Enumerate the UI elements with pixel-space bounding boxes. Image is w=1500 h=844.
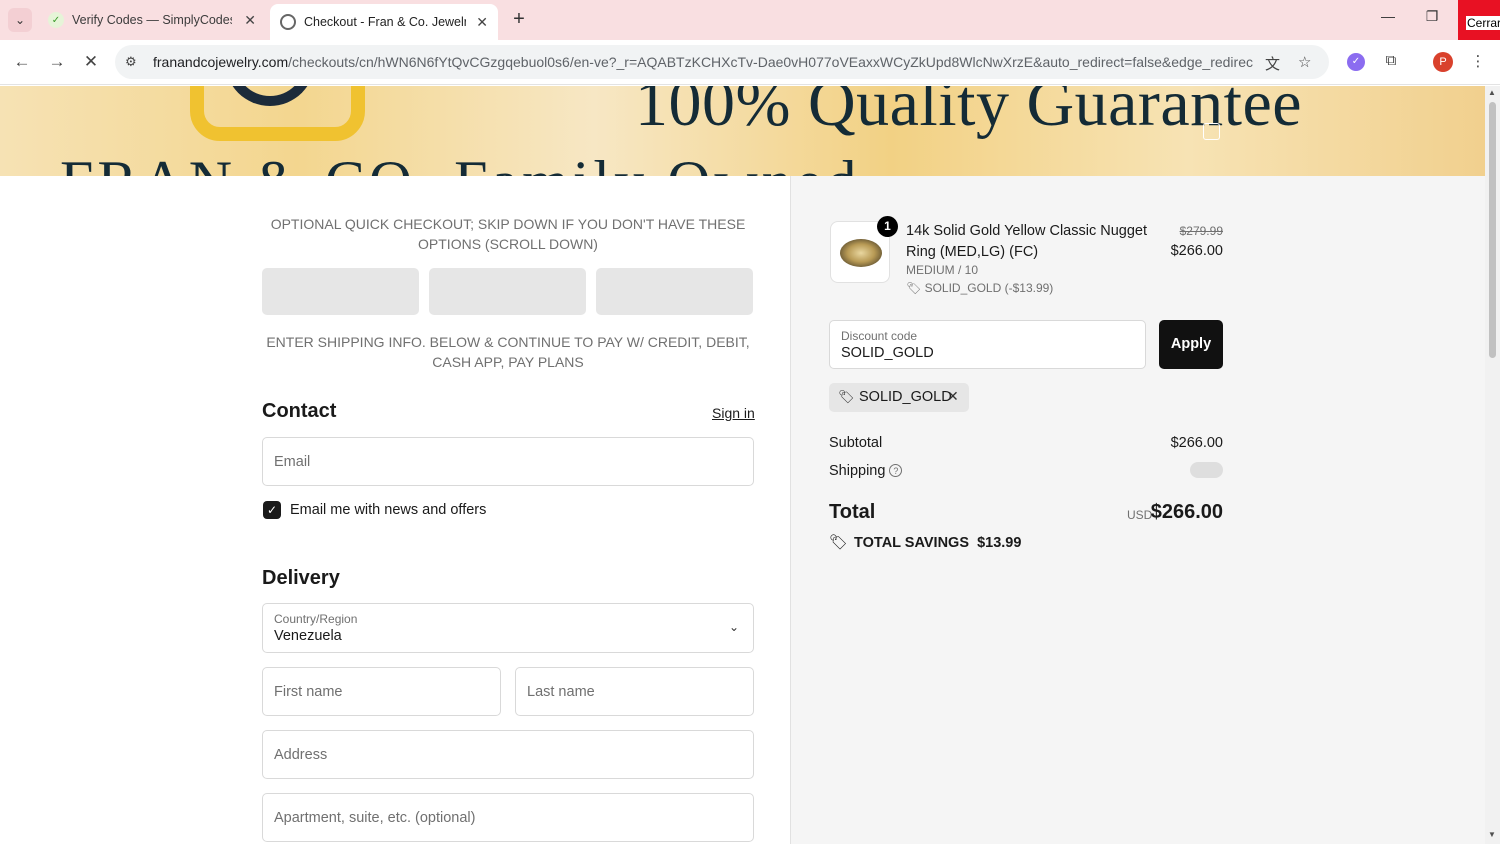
express-pay-button-1[interactable]: [262, 268, 419, 315]
total-label: Total: [829, 501, 876, 523]
applied-discount-code: SOLID_GOLD: [859, 389, 952, 405]
news-offers-label[interactable]: Email me with news and offers: [290, 502, 486, 518]
nugget-ring-image: [840, 239, 882, 267]
tab-close-icon[interactable]: ✕: [244, 12, 256, 29]
page-scrollbar[interactable]: ▲ ▼: [1485, 86, 1500, 844]
contact-heading: Contact: [262, 400, 337, 422]
browser-toolbar: ← → ✕ ⚙ franandcojewelry.com/checkouts/c…: [0, 40, 1500, 85]
site-info-icon[interactable]: ⚙: [125, 54, 137, 70]
apartment-field[interactable]: Apartment, suite, etc. (optional): [262, 793, 754, 842]
delivery-heading: Delivery: [262, 567, 340, 589]
minimize-icon[interactable]: —: [1378, 8, 1398, 24]
translate-icon[interactable]: 文: [1265, 53, 1280, 74]
extensions-puzzle-icon[interactable]: ⧉: [1381, 52, 1401, 72]
banner-subline: FRAN & CO. Family Owned: [60, 148, 860, 176]
apartment-placeholder: Apartment, suite, etc. (optional): [274, 810, 476, 826]
help-icon[interactable]: ?: [889, 464, 903, 477]
tab-simplycodes[interactable]: ✓ Verify Codes — SimplyCodes ✕: [40, 4, 266, 36]
shipping-label: Shipping: [829, 463, 886, 479]
address-placeholder: Address: [274, 747, 328, 763]
email-field[interactable]: Email: [262, 437, 754, 486]
scroll-up-icon[interactable]: ▲: [1488, 88, 1496, 97]
last-name-placeholder: Last name: [527, 684, 595, 700]
total-savings: 🏷︎ TOTAL SAVINGS $13.99: [829, 533, 1021, 551]
bookmark-star-icon[interactable]: ☆: [1298, 53, 1311, 71]
quick-checkout-note: OPTIONAL QUICK CHECKOUT; SKIP DOWN IF YO…: [270, 216, 746, 252]
apply-button[interactable]: Apply: [1159, 320, 1223, 369]
scrollbar-thumb[interactable]: [1489, 102, 1496, 358]
tag-icon: 🏷︎: [829, 534, 849, 551]
product-original-price: $279.99: [1179, 224, 1223, 238]
tab-checkout[interactable]: Checkout - Fran & Co. Jewelry I ✕: [270, 4, 498, 40]
stop-loading-icon[interactable]: ✕: [80, 51, 102, 73]
close-window-button[interactable]: Cerrar: [1458, 0, 1500, 40]
savings-value: $13.99: [977, 535, 1022, 551]
remove-discount-icon[interactable]: ✕: [947, 388, 959, 405]
tab-title: Checkout - Fran & Co. Jewelry I: [304, 15, 466, 29]
extension-simplycodes-icon[interactable]: ✓: [1347, 53, 1365, 71]
address-bar[interactable]: ⚙ franandcojewelry.com/checkouts/cn/hWN6…: [115, 45, 1329, 79]
subtotal-label: Subtotal: [829, 435, 883, 451]
forward-icon[interactable]: →: [46, 51, 68, 73]
email-placeholder: Email: [274, 454, 311, 470]
cart-bag-icon[interactable]: [1203, 123, 1220, 140]
product-discount: 🏷︎ SOLID_GOLD (-$13.99): [906, 281, 1053, 295]
news-offers-checkbox[interactable]: ✓: [263, 501, 281, 519]
product-discount-text: SOLID_GOLD (-$13.99): [924, 281, 1054, 295]
savings-label: TOTAL SAVINGS: [854, 535, 969, 551]
store-banner: 100% Quality Guarantee FRAN & CO. Family…: [0, 86, 1485, 176]
browser-menu-icon[interactable]: ⋮: [1468, 52, 1488, 72]
shipping-info-note: ENTER SHIPPING INFO. BELOW & CONTINUE TO…: [266, 334, 750, 370]
first-name-placeholder: First name: [274, 684, 343, 700]
product-price: $266.00: [1170, 243, 1223, 259]
discount-code-value: SOLID_GOLD: [841, 345, 934, 361]
total-currency: USD: [1127, 508, 1153, 522]
tab-search-button[interactable]: ⌄: [8, 8, 32, 32]
last-name-field[interactable]: Last name: [515, 667, 754, 716]
tab-close-icon[interactable]: ✕: [476, 14, 488, 31]
express-pay-button-2[interactable]: [429, 268, 586, 315]
address-field[interactable]: Address: [262, 730, 754, 779]
sign-in-link[interactable]: Sign in: [712, 405, 755, 421]
loading-favicon-icon: [280, 14, 296, 30]
country-value: Venezuela: [274, 628, 342, 644]
country-select[interactable]: Country/Region Venezuela ⌄: [262, 603, 754, 653]
tag-icon: 🏷︎: [906, 281, 922, 295]
subtotal-value: $266.00: [1170, 435, 1223, 451]
shipping-row: Shipping?: [829, 463, 903, 479]
first-name-field[interactable]: First name: [262, 667, 501, 716]
quantity-badge: 1: [877, 216, 898, 237]
total-value: $266.00: [1150, 501, 1223, 523]
discount-code-field[interactable]: Discount code SOLID_GOLD: [829, 320, 1146, 369]
scroll-down-icon[interactable]: ▼: [1488, 830, 1496, 839]
product-name: 14k Solid Gold Yellow Classic Nugget Rin…: [906, 223, 1147, 260]
product-variant: MEDIUM / 10: [906, 263, 979, 277]
simplycodes-favicon-icon: ✓: [48, 12, 64, 28]
country-label: Country/Region: [274, 612, 358, 626]
discount-code-label: Discount code: [841, 329, 918, 343]
new-tab-button[interactable]: +: [508, 8, 530, 30]
back-icon[interactable]: ←: [11, 51, 33, 73]
url-text[interactable]: franandcojewelry.com/checkouts/cn/hWN6N6…: [153, 54, 1253, 70]
profile-avatar[interactable]: P: [1433, 52, 1453, 72]
tab-title: Verify Codes — SimplyCodes: [72, 13, 232, 27]
express-pay-button-3[interactable]: [596, 268, 753, 315]
shipping-loading-placeholder: [1190, 462, 1223, 478]
close-window-tooltip: Cerrar: [1466, 16, 1500, 30]
restore-icon[interactable]: ❐: [1422, 8, 1442, 25]
tag-icon: 🏷︎: [838, 389, 855, 404]
chevron-down-icon: ⌄: [728, 620, 739, 634]
browser-tab-strip: ⌄ ✓ Verify Codes — SimplyCodes ✕ Checkou…: [0, 0, 1500, 40]
applied-discount-chip: 🏷︎ SOLID_GOLD ✕: [829, 383, 969, 412]
